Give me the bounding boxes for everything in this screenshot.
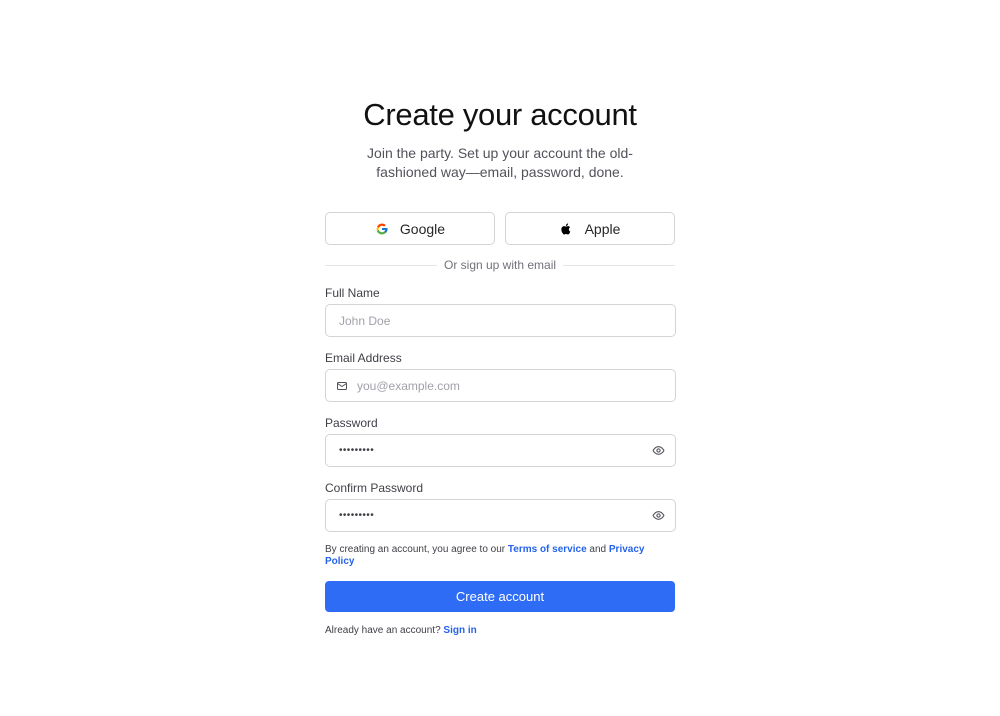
- signup-page: Create your account Join the party. Set …: [0, 0, 1000, 716]
- email-input-wrapper: [325, 369, 676, 402]
- password-field-group: Password: [325, 416, 676, 467]
- or-divider: Or sign up with email: [325, 258, 676, 272]
- password-input[interactable]: [326, 435, 652, 466]
- email-input[interactable]: [326, 370, 675, 401]
- full-name-input[interactable]: [326, 305, 675, 336]
- full-name-field-group: Full Name: [325, 286, 676, 337]
- page-title: Create your account: [363, 97, 637, 132]
- apple-logo-icon: [560, 222, 574, 236]
- eye-icon[interactable]: [652, 509, 665, 522]
- email-field-group: Email Address: [325, 351, 676, 402]
- google-signup-button[interactable]: Google: [325, 212, 495, 245]
- page-subtitle: Join the party. Set up your account the …: [367, 145, 633, 180]
- email-label: Email Address: [325, 351, 402, 365]
- google-g-icon: [375, 222, 389, 236]
- apple-signup-button[interactable]: Apple: [505, 212, 675, 245]
- terms-of-service-link[interactable]: Terms of service: [508, 544, 587, 555]
- divider-line-left: [325, 264, 437, 266]
- confirm-password-input-wrapper: [325, 499, 676, 532]
- create-account-button[interactable]: Create account: [325, 581, 675, 612]
- full-name-label: Full Name: [325, 286, 380, 300]
- terms-conjunction: and: [586, 544, 609, 555]
- divider-line-right: [563, 264, 676, 266]
- social-login-row: Google Apple: [325, 212, 675, 245]
- confirm-password-label: Confirm Password: [325, 481, 424, 495]
- password-input-wrapper: [325, 434, 676, 467]
- google-button-label: Google: [399, 220, 446, 237]
- terms-notice: By creating an account, you agree to our…: [325, 544, 675, 568]
- signin-prompt-text: Already have an account?: [325, 625, 444, 636]
- divider-text: Or sign up with email: [443, 258, 557, 272]
- signup-card: Create your account Join the party. Set …: [325, 96, 676, 636]
- eye-icon[interactable]: [652, 444, 665, 457]
- signin-prompt: Already have an account? Sign in: [325, 625, 675, 636]
- confirm-password-input[interactable]: [326, 500, 652, 531]
- mail-icon: [336, 380, 348, 392]
- password-label: Password: [325, 416, 378, 430]
- sign-in-link[interactable]: Sign in: [443, 625, 476, 636]
- confirm-password-field-group: Confirm Password: [325, 481, 676, 532]
- full-name-input-wrapper: [325, 304, 676, 337]
- apple-button-label: Apple: [584, 220, 621, 237]
- terms-prefix: By creating an account, you agree to our: [325, 544, 508, 555]
